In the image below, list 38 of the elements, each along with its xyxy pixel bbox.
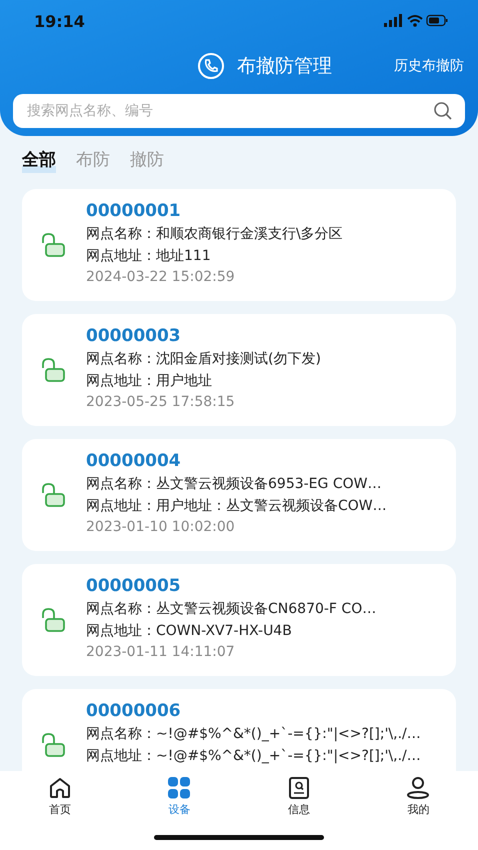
site-name: 网点名称：和顺农商银行金溪支行\多分区 [86, 225, 343, 243]
page-title: 布撤防管理 [237, 54, 332, 79]
site-address: 网点地址：用户地址：丛文警云视频设备COW… [86, 497, 387, 515]
site-address: 网点地址：COWN-XV7-HX-U4B [86, 622, 293, 640]
site-card[interactable]: 00000006 网点名称：~!@#$%^&*()_+`-={}:"|<>?[];'\,./… 网点地址：~!@#$%^&*()_+`-={}:"|<>?[];'\,./… [22, 689, 456, 771]
nav-tab[interactable]: 首页 [0, 777, 120, 829]
nav-tab[interactable]: 设备 [120, 777, 239, 829]
person-icon [406, 777, 430, 799]
site-time: 2023-01-10 10:02:00 [86, 519, 236, 535]
site-address: 网点地址：地址111 [86, 247, 212, 265]
site-name: 网点名称：沈阳金盾对接测试(勿下发) [86, 350, 321, 368]
site-card[interactable]: 00000001 网点名称：和顺农商银行金溪支行\多分区 网点地址：地址111 2024-03-22 15:02:59 [22, 189, 456, 301]
history-link[interactable]: 历史布撤防 [394, 57, 464, 75]
site-number: 00000004 [86, 451, 182, 471]
site-name: 网点名称：丛文警云视频设备6953-EG COW… [86, 475, 382, 493]
home-icon [48, 777, 72, 799]
site-address: 网点地址：~!@#$%^&*()_+`-={}:"|<>?[];'\,./… [86, 747, 421, 765]
site-time: 2023-05-25 17:58:15 [86, 394, 236, 410]
grid-icon [167, 777, 192, 799]
site-card[interactable]: 00000003 网点名称：沈阳金盾对接测试(勿下发) 网点地址：用户地址 2023-05-25 17:58:15 [22, 314, 456, 426]
site-number: 00000003 [86, 326, 182, 346]
nav-tab[interactable]: 我的 [358, 777, 478, 829]
site-time: 2023-01-11 14:11:07 [86, 644, 236, 660]
site-card[interactable]: 00000004 网点名称：丛文警云视频设备6953-EG COW… 网点地址：用户地址：丛文警云视频设备COW… 2023-01-10 10:02:00 [22, 439, 456, 551]
search-card-icon [286, 777, 311, 799]
site-number: 00000006 [86, 701, 182, 721]
site-address: 网点地址：用户地址 [86, 372, 213, 390]
site-name: 网点名称：丛文警云视频设备CN6870-F CO… [86, 600, 376, 618]
site-number: 00000001 [86, 201, 182, 221]
phone-icon [197, 52, 225, 80]
search-icon [433, 101, 453, 121]
status-time: 19:14 [34, 12, 85, 30]
site-name: 网点名称：~!@#$%^&*()_+`-={}:"|<>?[];'\,./… [86, 725, 421, 743]
search-field[interactable]: 搜索网点名称、编号 [13, 94, 465, 128]
site-number: 00000005 [86, 576, 182, 596]
site-time: 2024-03-22 15:02:59 [86, 269, 236, 285]
site-card[interactable]: 00000005 网点名称：丛文警云视频设备CN6870-F CO… 网点地址：COWN-XV7-HX-U4B 2023-01-11 14:11:07 [22, 564, 456, 676]
nav-tab[interactable]: 信息 [239, 777, 358, 829]
